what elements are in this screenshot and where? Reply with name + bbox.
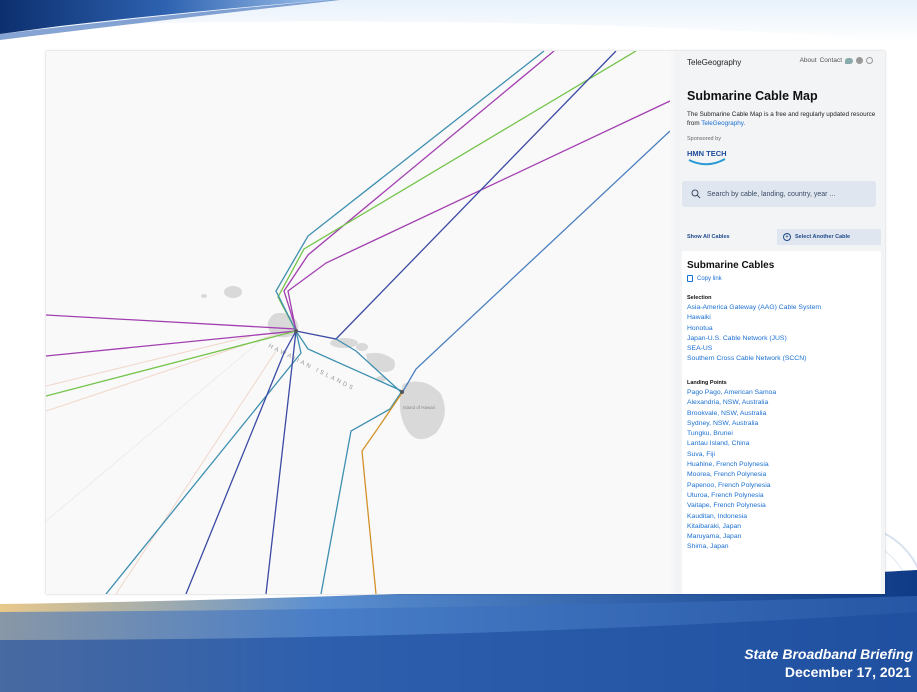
selection-item[interactable]: Southern Cross Cable Network (SCCN) (687, 354, 877, 364)
selection-item[interactable]: Honotua (687, 324, 877, 334)
landing-point-item[interactable]: Brookvale, NSW, Australia (687, 409, 877, 419)
copy-link-button[interactable]: Copy link (687, 275, 722, 282)
landing-point-item[interactable]: Lantau Island, China (687, 439, 877, 449)
cable-map[interactable]: HAWAIIAN ISLANDS Island of Hawaii (46, 51, 670, 594)
landing-point-item[interactable]: Uturoa, French Polynesia (687, 491, 877, 501)
landing-points-heading: Landing Points (687, 380, 727, 386)
section-title: Submarine Cables (687, 260, 775, 271)
big-island-map-label: Island of Hawaii (403, 405, 435, 410)
landing-point-item[interactable]: Tungku, Brunei (687, 429, 877, 439)
brand-name[interactable]: TeleGeography (687, 58, 741, 67)
landing-point-item[interactable]: Maruyama, Japan (687, 532, 877, 542)
screenshot-frame: HAWAIIAN ISLANDS Island of Hawaii TeleGe… (46, 51, 885, 594)
select-another-label: Select Another Cable (795, 234, 851, 240)
cable-list-card: Submarine Cables Copy link Selection Asi… (682, 251, 881, 594)
panel-description: The Submarine Cable Map is a free and re… (687, 110, 877, 128)
tab-show-all-cables[interactable]: Show All Cables (682, 229, 777, 245)
panel-title: Submarine Cable Map (687, 89, 818, 103)
landing-point-item[interactable]: Alexandria, NSW, Australia (687, 398, 877, 408)
selection-item[interactable]: Hawaiki (687, 313, 877, 323)
cable-tabs: Show All Cables + Select Another Cable (682, 229, 881, 245)
about-link[interactable]: About (800, 57, 817, 64)
selection-list: Asia-America Gateway (AAG) Cable System … (687, 303, 877, 365)
landing-point-item[interactable]: Kitaibaraki, Japan (687, 522, 877, 532)
sponsored-label: Sponsored by (687, 136, 721, 142)
landing-point-item[interactable]: Suva, Fiji (687, 450, 877, 460)
selection-item[interactable]: Japan-U.S. Cable Network (JUS) (687, 334, 877, 344)
search-bar[interactable]: Search by cable, landing, country, year … (682, 181, 876, 207)
slide-footer-date: December 17, 2021 (784, 664, 911, 680)
copy-link-label: Copy link (697, 275, 722, 282)
landing-point-marker[interactable] (294, 329, 298, 333)
top-links: About Contact (800, 57, 873, 64)
landing-point-item[interactable]: Sydney, NSW, Australia (687, 419, 877, 429)
selection-item[interactable]: Asia-America Gateway (AAG) Cable System (687, 303, 877, 313)
telegeography-link[interactable]: TeleGeography. (701, 120, 745, 127)
slide-footer-title: State Broadband Briefing (744, 646, 913, 662)
landing-point-item[interactable]: Huahine, French Polynesia (687, 460, 877, 470)
tab-select-another-cable[interactable]: + Select Another Cable (777, 229, 881, 245)
landing-point-marker[interactable] (400, 390, 404, 394)
search-icon (691, 189, 701, 199)
sponsor-logo[interactable]: HMN TECH (687, 145, 727, 171)
plus-circle-icon: + (783, 233, 791, 241)
landing-point-item[interactable]: Pago Pago, American Samoa (687, 388, 877, 398)
svg-text:HMN TECH: HMN TECH (687, 149, 727, 158)
landing-point-item[interactable]: Moorea, French Polynesia (687, 470, 877, 480)
contact-link[interactable]: Contact (820, 57, 842, 64)
globe-icon[interactable] (866, 57, 873, 64)
landing-point-item[interactable]: Shima, Japan (687, 542, 877, 552)
copy-icon (687, 275, 693, 282)
twitter-icon[interactable] (845, 57, 853, 64)
github-icon[interactable] (856, 57, 863, 64)
selection-heading: Selection (687, 295, 712, 301)
landing-point-item[interactable]: Kauditan, Indonesia (687, 512, 877, 522)
landing-point-item[interactable]: Papenoo, French Polynesia (687, 481, 877, 491)
search-input[interactable]: Search by cable, landing, country, year … (707, 191, 835, 198)
selection-item[interactable]: SEA-US (687, 344, 877, 354)
landing-point-item[interactable]: Vaitape, French Polynesia (687, 501, 877, 511)
landing-points-list: Pago Pago, American Samoa Alexandria, NS… (687, 388, 877, 553)
cable-info-panel: TeleGeography About Contact Submarine Ca… (674, 51, 885, 594)
